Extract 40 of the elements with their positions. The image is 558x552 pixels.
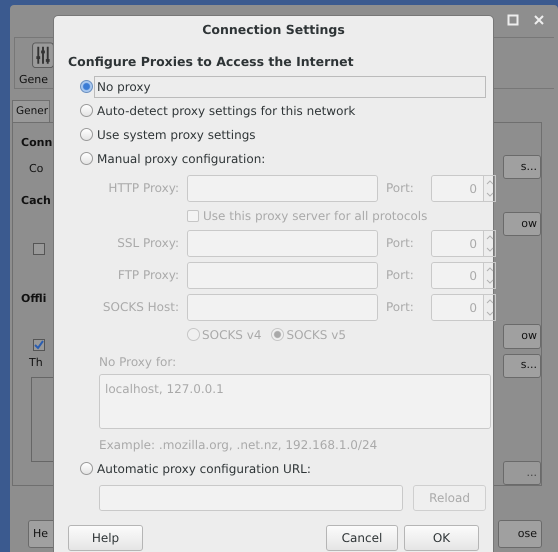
- section-heading: Conn: [21, 135, 51, 151]
- field-label: SOCKS Host:: [102, 299, 179, 316]
- option-label[interactable]: No proxy: [94, 76, 486, 98]
- option-label[interactable]: Manual proxy configuration:: [94, 148, 268, 170]
- button[interactable]: s...: [503, 155, 541, 180]
- option-label[interactable]: Auto-detect proxy settings for this network: [94, 100, 358, 122]
- button[interactable]: ose: [498, 520, 542, 548]
- field-label: Port:: [386, 235, 415, 252]
- option-label[interactable]: Use system proxy settings: [94, 124, 259, 146]
- button[interactable]: ow: [503, 212, 541, 236]
- field-label: SSL Proxy:: [116, 235, 179, 252]
- checkbox[interactable]: [33, 243, 45, 255]
- field-label: Port:: [386, 267, 415, 284]
- section-heading: Offli: [21, 291, 48, 307]
- field-label: HTTP Proxy:: [107, 180, 179, 198]
- cancel-button[interactable]: Cancel: [326, 524, 398, 551]
- field-label: No Proxy for:: [99, 354, 178, 371]
- help-button[interactable]: Help: [68, 524, 143, 551]
- ok-button[interactable]: OK: [404, 524, 479, 551]
- radio-button[interactable]: [80, 104, 93, 118]
- field-label: FTP Proxy:: [116, 267, 179, 284]
- toolbar-label: Gene: [19, 72, 48, 88]
- radio-button[interactable]: [80, 152, 93, 166]
- radio-button[interactable]: [80, 80, 93, 94]
- radio-button[interactable]: [80, 128, 93, 142]
- maximize-icon[interactable]: [507, 14, 519, 26]
- field-label: Port:: [386, 299, 415, 316]
- section-heading: Configure Proxies to Access the Internet: [68, 53, 355, 71]
- checkbox[interactable]: [33, 339, 45, 351]
- tab[interactable]: Gener: [12, 100, 50, 122]
- dialog-title: Connection Settings: [201, 21, 346, 39]
- label: Th: [28, 355, 44, 371]
- section-heading: Cach: [21, 193, 51, 209]
- hint-text: Example: .mozilla.org, .net.nz, 192.168.1.0/24: [99, 436, 378, 454]
- button[interactable]: ow: [503, 324, 541, 349]
- close-icon[interactable]: [533, 14, 545, 26]
- label: Co: [28, 161, 44, 177]
- field-label: Port:: [386, 180, 415, 198]
- sliders-icon[interactable]: [31, 42, 55, 68]
- button[interactable]: s...: [503, 354, 541, 378]
